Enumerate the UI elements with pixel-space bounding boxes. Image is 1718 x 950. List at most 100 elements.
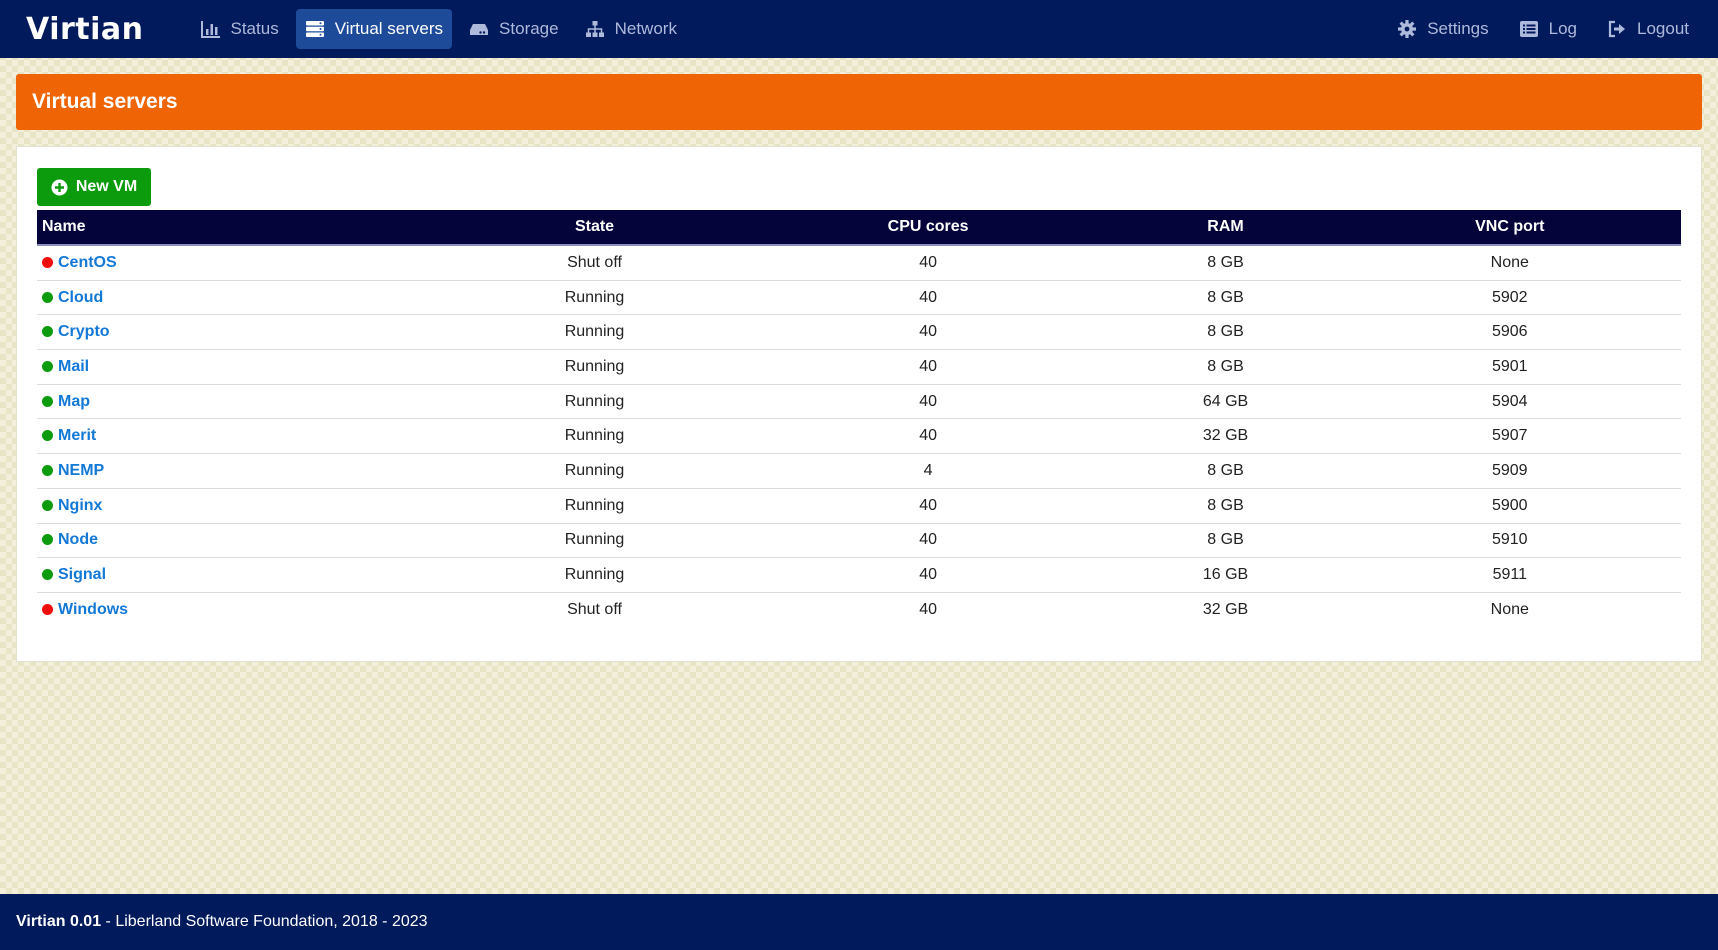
vm-state-cell: Shut off	[567, 600, 622, 618]
nav-status[interactable]: Status	[192, 9, 288, 49]
vm-ram-cell: 8 GB	[1112, 245, 1339, 281]
vm-table-body: CentOS Shut off 40 8 GB None Cloud Running 40 8 …	[37, 245, 1681, 627]
nav-network-label: Network	[614, 19, 677, 38]
vm-name-cell: Nginx	[37, 488, 446, 524]
table-row: Map Running 40 64 GB 5904	[37, 384, 1681, 420]
list-icon	[1519, 20, 1539, 38]
vm-cpu-cell: 40	[743, 280, 1113, 316]
nav-log[interactable]: Log	[1510, 9, 1586, 49]
table-row: Node Running 40 8 GB 5910	[37, 523, 1681, 559]
vm-ram-cell: 8 GB	[1112, 349, 1339, 385]
plus-circle-icon	[51, 179, 68, 196]
nav-logout-label: Logout	[1637, 19, 1689, 38]
vm-vnc-cell: 5902	[1338, 280, 1681, 316]
table-row: CentOS Shut off 40 8 GB None	[37, 245, 1681, 281]
vm-ram-cell: 16 GB	[1112, 557, 1339, 593]
status-dot-icon	[42, 256, 53, 268]
vm-name-link[interactable]: Signal	[58, 566, 106, 583]
vm-cpu-cell: 40	[743, 314, 1113, 351]
new-vm-button[interactable]: New VM	[37, 168, 151, 206]
vm-ram-cell: 8 GB	[1112, 453, 1339, 489]
vm-state-cell: Running	[445, 453, 744, 489]
table-row: NEMP Running 4 8 GB 5909	[37, 453, 1681, 489]
vm-ram-cell: 8 GB	[1112, 314, 1339, 351]
vm-vnc-cell: 5900	[1338, 488, 1681, 524]
vm-name-link[interactable]: Merit	[58, 427, 96, 444]
network-icon	[585, 20, 605, 38]
vm-cpu-cell: 40	[743, 557, 1113, 593]
new-vm-label: New VM	[75, 178, 138, 195]
vm-name-link[interactable]: Map	[58, 393, 90, 410]
vm-table: Name State CPU cores RAM VNC port CentOS…	[37, 210, 1681, 627]
nav-settings[interactable]: Settings	[1388, 9, 1497, 49]
vm-list-card: New VM Name State CPU cores RAM VNC port…	[16, 146, 1702, 662]
vm-state-cell: Running	[445, 418, 744, 455]
vm-name-cell: Mail	[37, 349, 446, 385]
vm-name-link[interactable]: CentOS	[58, 254, 117, 271]
vm-name-cell: Cloud	[37, 280, 446, 316]
vm-name-link[interactable]: Crypto	[58, 323, 110, 340]
vm-cpu-cell: 40	[743, 245, 1113, 281]
top-navbar: Virtian Status Virtual servers Storage N…	[0, 0, 1718, 58]
vm-cpu-cell: 40	[743, 384, 1113, 420]
table-row: Windows Shut off 40 32 GB None	[37, 592, 1681, 626]
column-header-state[interactable]: State	[445, 210, 744, 246]
vm-state-cell: Shut off	[445, 245, 744, 281]
nav-right-group: Settings Log Logout	[1378, 9, 1700, 49]
nav-logout[interactable]: Logout	[1598, 9, 1698, 49]
table-row: Nginx Running 40 8 GB 5900	[37, 488, 1681, 524]
vm-vnc-cell: None	[1490, 600, 1529, 618]
column-header-ram[interactable]: RAM	[1112, 210, 1339, 246]
gear-icon	[1397, 20, 1417, 38]
vm-name-link[interactable]: Windows	[58, 601, 128, 618]
nav-storage[interactable]: Storage	[460, 9, 568, 49]
hard-drive-icon	[469, 20, 489, 38]
column-header-cpu[interactable]: CPU cores	[743, 210, 1113, 246]
status-dot-icon	[42, 291, 53, 303]
vm-state-cell: Running	[445, 314, 744, 351]
vm-cpu-cell: 40	[743, 488, 1113, 524]
logout-icon	[1607, 20, 1627, 38]
vm-ram-cell: 32 GB	[1202, 600, 1249, 618]
vm-ram-cell: 8 GB	[1112, 523, 1339, 559]
table-row: Mail Running 40 8 GB 5901	[37, 349, 1681, 385]
vm-name-cell: CentOS	[37, 245, 446, 281]
vm-state-cell: Running	[445, 488, 744, 524]
vm-vnc-cell: 5904	[1338, 384, 1681, 420]
vm-ram-cell: 8 GB	[1112, 488, 1339, 524]
vm-name-cell: Signal	[37, 557, 446, 593]
vm-state-cell: Running	[445, 384, 744, 420]
vm-cpu-cell: 40	[919, 600, 938, 618]
status-dot-icon	[42, 430, 53, 442]
nav-virtual-servers-label: Virtual servers	[334, 19, 444, 38]
status-dot-icon	[42, 569, 53, 581]
vm-name-link[interactable]: Cloud	[58, 289, 103, 306]
vm-name-link[interactable]: Nginx	[58, 497, 102, 514]
column-header-name[interactable]: Name	[37, 210, 446, 246]
vm-name-cell: Crypto	[37, 314, 446, 351]
nav-network[interactable]: Network	[576, 9, 686, 49]
vm-vnc-cell: 5909	[1338, 453, 1681, 489]
table-row: Merit Running 40 32 GB 5907	[37, 418, 1681, 455]
vm-name-link[interactable]: NEMP	[58, 462, 104, 479]
vm-name-link[interactable]: Node	[58, 531, 98, 548]
status-dot-icon	[42, 499, 53, 511]
nav-log-label: Log	[1548, 19, 1577, 38]
server-icon	[305, 20, 325, 38]
nav-status-label: Status	[230, 19, 279, 38]
bar-chart-icon	[200, 20, 221, 38]
page-header: Virtual servers	[16, 74, 1702, 130]
status-dot-icon	[42, 603, 53, 615]
footer: Virtian 0.01 - Liberland Software Founda…	[0, 894, 1718, 950]
column-header-vnc[interactable]: VNC port	[1338, 210, 1681, 246]
table-row: Cloud Running 40 8 GB 5902	[37, 280, 1681, 316]
vm-name-cell: Merit	[37, 418, 446, 455]
nav-virtual-servers[interactable]: Virtual servers	[295, 9, 453, 49]
app-brand[interactable]: Virtian	[26, 12, 144, 47]
vm-cpu-cell: 4	[743, 453, 1113, 489]
vm-vnc-cell: 5906	[1338, 314, 1681, 351]
vm-cpu-cell: 40	[743, 349, 1113, 385]
status-dot-icon	[42, 534, 53, 546]
vm-name-link[interactable]: Mail	[58, 358, 89, 375]
vm-state-cell: Running	[445, 523, 744, 559]
